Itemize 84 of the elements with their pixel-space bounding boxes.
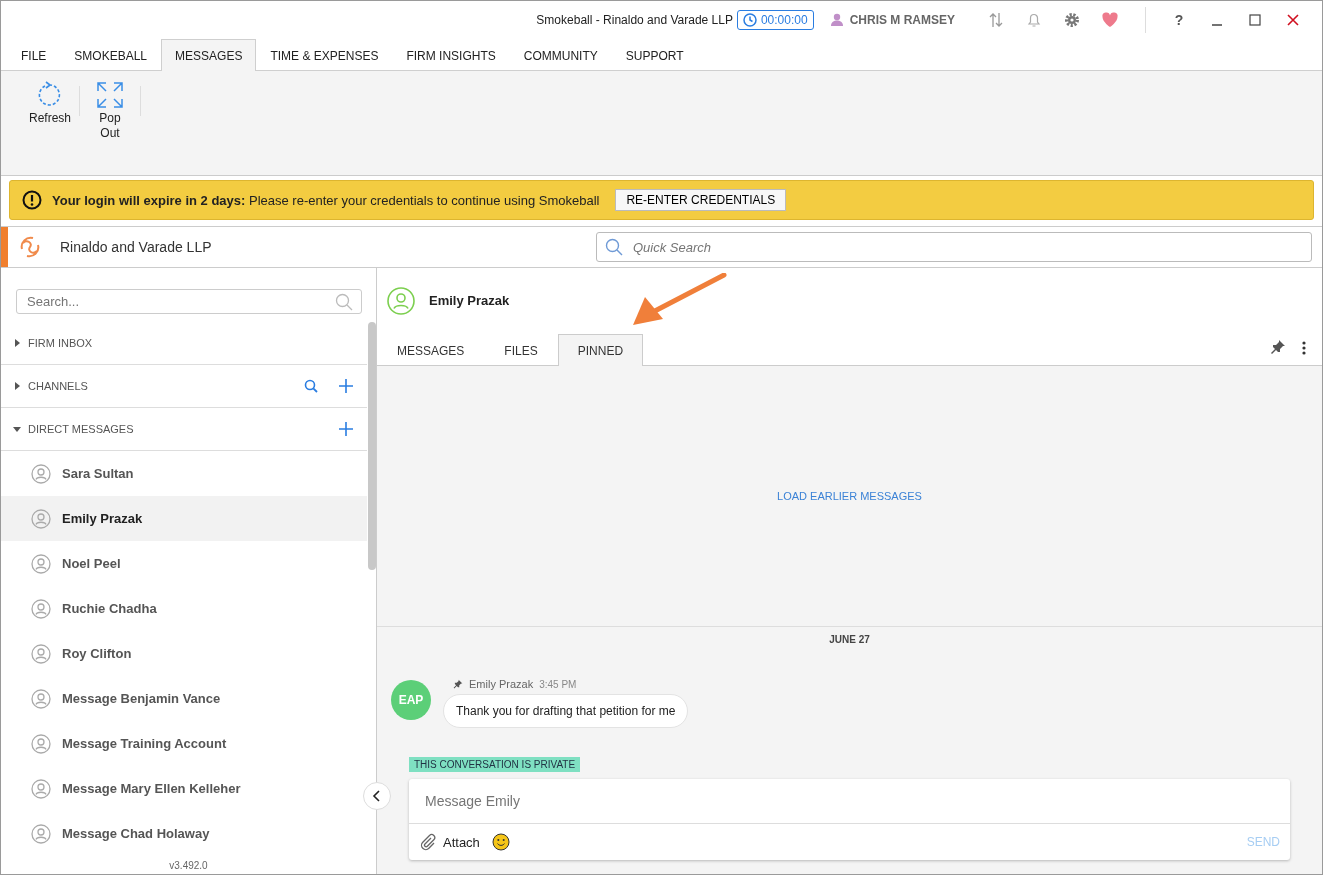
scrollbar[interactable]	[368, 322, 376, 570]
expand-arrows-icon	[96, 81, 124, 109]
contact-item[interactable]: Roy Clifton	[1, 631, 367, 676]
settings-icon[interactable]	[1063, 10, 1081, 29]
quick-search-input[interactable]: Quick Search	[631, 238, 1303, 256]
date-divider: JUNE 27	[829, 634, 870, 647]
avatar-icon	[31, 688, 51, 709]
pin-icon[interactable]	[1270, 339, 1286, 355]
message-composer[interactable]: Message Emily Attach SEND	[409, 779, 1290, 860]
menu-tab[interactable]: FILE	[7, 39, 61, 71]
refresh-button[interactable]: Refresh	[23, 81, 75, 126]
attach-button[interactable]: Attach	[419, 833, 480, 851]
user-name[interactable]: CHRIS M RAMSEY	[849, 12, 955, 27]
menu-tab[interactable]: COMMUNITY	[509, 39, 612, 71]
paperclip-icon	[419, 833, 437, 851]
version-label: v3.492.0	[168, 859, 209, 873]
contact-item[interactable]: Message Benjamin Vance	[1, 676, 367, 721]
chevron-left-icon	[372, 790, 382, 802]
load-earlier-link[interactable]: LOAD EARLIER MESSAGES	[777, 490, 922, 502]
avatar-icon	[387, 286, 415, 315]
clock-icon	[742, 12, 757, 27]
conversation-tab[interactable]: PINNED	[557, 334, 644, 366]
caret-icon[interactable]	[13, 382, 21, 390]
message-author: Emily Prazak	[469, 678, 534, 690]
avatar-icon	[31, 598, 51, 619]
user-icon	[829, 12, 844, 27]
menu-tab[interactable]: TIME & EXPENSES	[256, 39, 393, 71]
section-header[interactable]: FIRM INBOX	[28, 337, 367, 349]
window-title: Smokeball - Rinaldo and Varade LLP	[536, 12, 733, 27]
message-time: 3:45 PM	[539, 678, 577, 690]
section-header[interactable]: CHANNELS	[28, 380, 297, 392]
menu-tab[interactable]: FIRM INSIGHTS	[392, 39, 510, 71]
accent-bar	[1, 227, 8, 267]
search-field[interactable]: Search...	[16, 289, 362, 314]
search-input[interactable]: Search...	[25, 293, 335, 310]
close-icon	[1287, 13, 1299, 26]
avatar-icon	[31, 643, 51, 664]
logo-icon	[18, 235, 42, 259]
maximize-icon	[1249, 13, 1261, 26]
avatar-icon	[31, 823, 51, 844]
warning-message: Your login will expire in 2 days: Please re-enter your credentials to continue using Smokeball	[52, 192, 600, 208]
section-header[interactable]: DIRECT MESSAGES	[28, 423, 332, 435]
contact-item[interactable]: Noel Peel	[1, 541, 367, 586]
collapse-button[interactable]	[363, 782, 391, 810]
menu-tab[interactable]: MESSAGES	[161, 39, 257, 71]
minimize-icon	[1212, 23, 1222, 26]
avatar-icon	[31, 463, 51, 484]
conversation-tab[interactable]: MESSAGES	[377, 334, 485, 366]
caret-icon[interactable]	[13, 425, 21, 433]
message-field[interactable]: Message Emily	[409, 779, 1290, 824]
menu-tab[interactable]: SUPPORT	[611, 39, 698, 71]
search-icon	[605, 238, 623, 256]
avatar-icon	[31, 508, 51, 529]
plus-icon[interactable]	[339, 422, 353, 436]
avatar-icon	[31, 778, 51, 799]
pop-out-button[interactable]: Pop Out	[84, 81, 136, 141]
contact-name: Emily Prazak	[429, 293, 510, 308]
quick-search-field[interactable]: Quick Search	[596, 232, 1312, 262]
privacy-label: THIS CONVERSATION IS PRIVATE	[409, 757, 581, 772]
timer-button[interactable]: 00:00:00	[736, 9, 814, 30]
re-enter-credentials-button[interactable]: RE-ENTER CREDENTIALS	[615, 189, 787, 211]
help-button[interactable]: ?	[1160, 4, 1198, 35]
message-bubble: Thank you for drafting that petition for me	[443, 694, 689, 728]
contact-item[interactable]: Ruchie Chadha	[1, 586, 367, 631]
emoji-icon[interactable]	[491, 833, 510, 851]
plus-icon[interactable]	[339, 379, 353, 393]
heart-icon[interactable]	[1101, 10, 1119, 29]
menu-tab[interactable]: SMOKEBALL	[60, 39, 162, 71]
contact-item[interactable]: Sara Sultan	[1, 451, 367, 496]
avatar-icon	[31, 733, 51, 754]
firm-name: Rinaldo and Varade LLP	[60, 239, 212, 255]
avatar: EAP	[391, 680, 431, 720]
conversation-tab[interactable]: FILES	[484, 334, 558, 366]
more-icon[interactable]	[1302, 341, 1306, 355]
warning-icon	[22, 190, 42, 210]
caret-icon[interactable]	[13, 339, 21, 347]
contact-item[interactable]: Message Training Account	[1, 721, 367, 766]
contact-item[interactable]: Message Mary Ellen Kelleher	[1, 766, 367, 811]
avatar-icon	[31, 553, 51, 574]
contact-item[interactable]: Message Chad Holaway	[1, 811, 367, 856]
search-icon[interactable]	[304, 379, 318, 393]
sync-icon[interactable]	[987, 10, 1005, 29]
search-icon	[335, 292, 353, 311]
contact-item[interactable]: Emily Prazak	[1, 496, 367, 541]
